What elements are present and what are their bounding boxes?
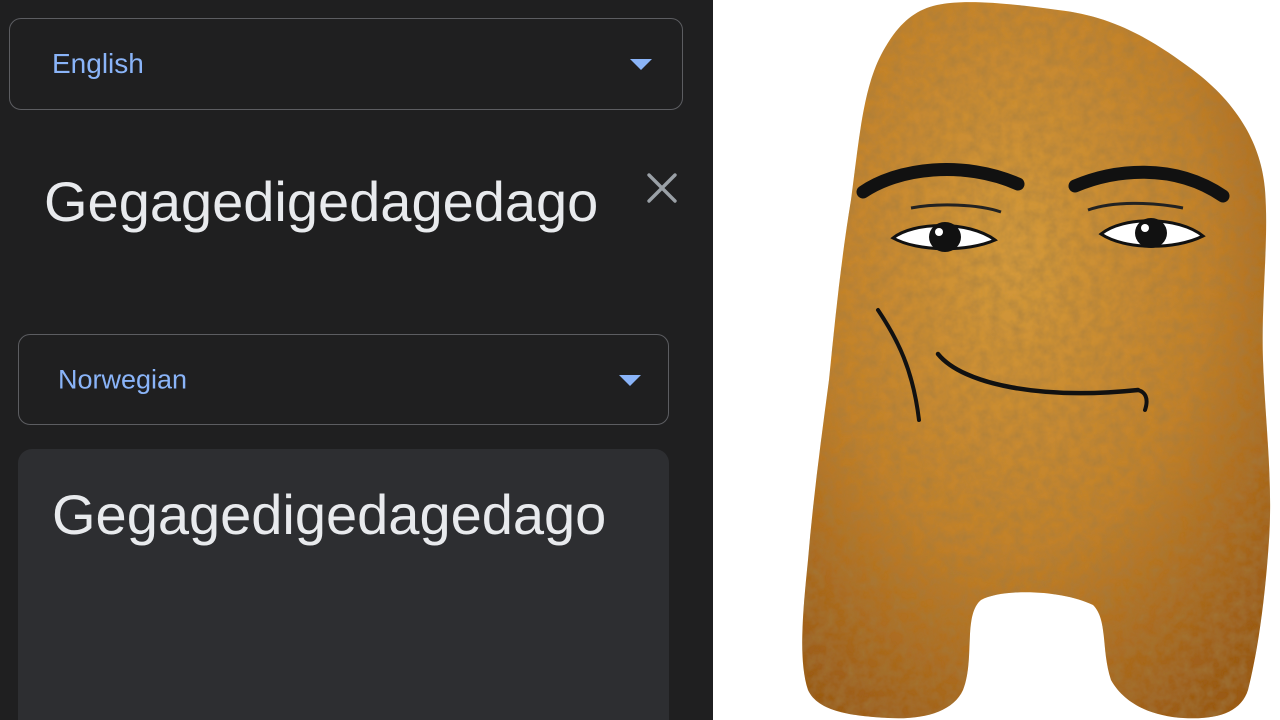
source-language-label: English xyxy=(52,48,144,79)
translator-panel: English Gegagedigedagedago Norwegian Geg… xyxy=(0,0,713,720)
chevron-down-icon xyxy=(630,59,652,70)
chevron-down-icon xyxy=(619,374,641,386)
target-language-label: Norwegian xyxy=(58,364,188,394)
source-language-select[interactable]: English xyxy=(9,18,683,110)
translation-output-box: Gegagedigedagedago xyxy=(18,449,669,720)
close-icon xyxy=(647,173,677,203)
nugget-face-image xyxy=(713,0,1280,720)
clear-text-button[interactable] xyxy=(640,166,684,210)
source-text-input[interactable]: Gegagedigedagedago xyxy=(44,160,604,244)
target-language-select[interactable]: Norwegian xyxy=(18,334,669,425)
translated-text: Gegagedigedagedago xyxy=(52,483,607,546)
